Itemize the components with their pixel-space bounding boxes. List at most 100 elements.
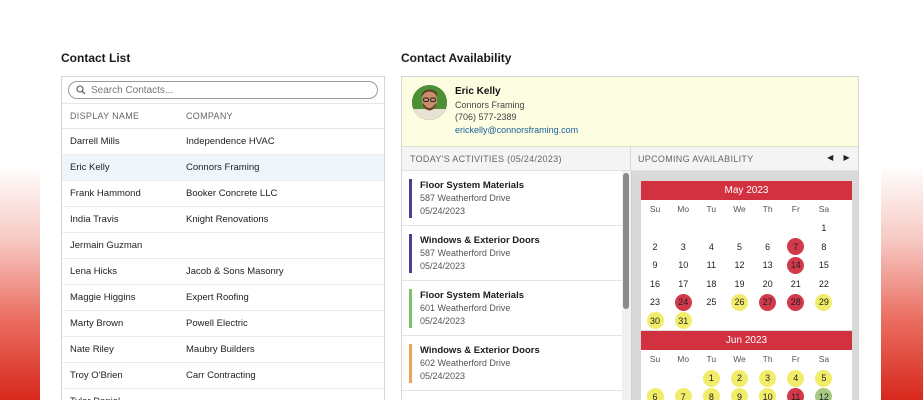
calendar-day[interactable]: 8 (697, 388, 725, 400)
activity-color-bar (409, 179, 412, 218)
contact-display-name: Tyler Daniel (62, 396, 179, 400)
calendar-day[interactable]: 30 (641, 312, 669, 331)
weekday-label: Th (762, 354, 773, 364)
activity-date: 05/24/2023 (420, 261, 466, 271)
search-box[interactable] (68, 81, 378, 99)
day-number: 4 (708, 241, 714, 252)
contact-display-name: Frank Hammond (70, 188, 141, 199)
day-number: 9 (730, 388, 748, 400)
calendar-day[interactable]: 28 (782, 293, 810, 312)
calendar-day[interactable]: 2 (641, 238, 669, 257)
day-number: 29 (815, 293, 833, 311)
calendar-day[interactable]: 31 (669, 312, 697, 331)
activity-item[interactable]: Windows & Exterior Doors 602 Weatherford … (402, 336, 631, 391)
calendar-day[interactable]: 20 (754, 275, 782, 294)
contact-company: Expert Roofing (186, 292, 249, 303)
calendar-day[interactable]: 4 (782, 369, 810, 388)
calendar-day[interactable]: 6 (641, 388, 669, 400)
contact-card: Eric Kelly Connors Framing (706) 577-238… (402, 77, 858, 147)
calendar-day[interactable]: 19 (725, 275, 753, 294)
availability-title: Contact Availability (401, 51, 512, 65)
calendar-day[interactable]: 9 (641, 256, 669, 275)
calendar-day[interactable]: 26 (725, 293, 753, 312)
day-number: 4 (787, 369, 805, 387)
activity-item[interactable]: Floor System Materials 587 Weatherford Dr… (402, 171, 631, 226)
day-number: 3 (759, 369, 777, 387)
calendar-day-empty (754, 312, 782, 331)
day-number: 30 (646, 312, 664, 330)
calendar-day[interactable]: 23 (641, 293, 669, 312)
table-row[interactable]: Tyler Daniel (62, 389, 384, 400)
calendar-day[interactable]: 9 (725, 388, 753, 400)
calendar-day[interactable]: 21 (782, 275, 810, 294)
contact-email[interactable]: erickelly@connorsframing.com (455, 125, 578, 135)
table-row[interactable]: Nate Riley Maubry Builders (62, 337, 384, 363)
calendar-day[interactable]: 13 (754, 256, 782, 275)
contact-display-name: Lena Hicks (70, 266, 117, 277)
calendar-day[interactable]: 18 (697, 275, 725, 294)
weekday-label: Mo (677, 354, 690, 364)
contact-company: Knight Renovations (186, 214, 269, 225)
column-header-company[interactable]: COMPANY (179, 111, 233, 121)
calendar-day[interactable]: 25 (697, 293, 725, 312)
calendar-day[interactable]: 4 (697, 238, 725, 257)
calendar-day[interactable]: 15 (810, 256, 838, 275)
table-row[interactable]: Eric Kelly Connors Framing (62, 155, 384, 181)
calendar-week: 30 31 (641, 312, 852, 331)
activity-title: Floor System Materials (420, 290, 525, 301)
calendar-day[interactable]: 22 (810, 275, 838, 294)
previous-month-icon[interactable]: ◀ (827, 153, 833, 162)
calendar-day[interactable]: 12 (725, 256, 753, 275)
activity-date: 05/24/2023 (420, 206, 466, 216)
table-row[interactable]: Frank Hammond Booker Concrete LLC (62, 181, 384, 207)
calendar-day[interactable]: 8 (810, 238, 838, 257)
contact-phone: (706) 577-2389 (455, 112, 517, 122)
calendar-day[interactable]: 7 (782, 238, 810, 257)
calendar-day[interactable]: 29 (810, 293, 838, 312)
activity-item[interactable]: Floor System Materials 601 Weatherford Dr… (402, 281, 631, 336)
contact-display-name: Darrell Mills (70, 136, 120, 147)
activities-scrollbar[interactable] (622, 171, 631, 400)
table-row[interactable]: India Travis Knight Renovations (62, 207, 384, 233)
calendar-day[interactable]: 3 (669, 238, 697, 257)
calendar-day[interactable]: 10 (754, 388, 782, 400)
calendar-day[interactable]: 1 (697, 369, 725, 388)
weekday-label: Fr (791, 204, 800, 214)
upcoming-header-label: UPCOMING AVAILABILITY (638, 153, 754, 164)
day-number: 14 (787, 256, 805, 274)
calendar-week: 12345 (641, 369, 852, 388)
column-header-display-name[interactable]: DISPLAY NAME (62, 111, 179, 121)
next-month-icon[interactable]: ▶ (844, 153, 850, 162)
table-row[interactable]: Troy O'Brien Carr Contracting (62, 363, 384, 389)
calendar-day[interactable]: 17 (669, 275, 697, 294)
calendar-day[interactable]: 11 (782, 388, 810, 400)
scrollbar-thumb[interactable] (623, 173, 629, 309)
calendar-day[interactable]: 6 (754, 238, 782, 257)
calendar-day[interactable]: 5 (810, 369, 838, 388)
table-row[interactable]: Maggie Higgins Expert Roofing (62, 285, 384, 311)
calendar-day[interactable]: 12 (810, 388, 838, 400)
calendar-day[interactable]: 1 (810, 219, 838, 238)
table-row[interactable]: Marty Brown Powell Electric (62, 311, 384, 337)
calendar-day[interactable]: 16 (641, 275, 669, 294)
table-row[interactable]: Jermain Guzman (62, 233, 384, 259)
calendar-day[interactable]: 11 (697, 256, 725, 275)
day-number: 8 (702, 388, 720, 400)
calendar-day[interactable]: 5 (725, 238, 753, 257)
weekday-header: Su Mo Tu We Th Fr Sa (641, 350, 852, 369)
calendar-day[interactable]: 24 (669, 293, 697, 312)
day-number: 8 (821, 241, 827, 252)
calendar-day[interactable]: 2 (725, 369, 753, 388)
activity-item[interactable]: Windows & Exterior Doors 587 Weatherford … (402, 226, 631, 281)
table-row[interactable]: Lena Hicks Jacob & Sons Masonry (62, 259, 384, 285)
day-number: 28 (787, 293, 805, 311)
table-row[interactable]: Darrell Mills Independence HVAC (62, 129, 384, 155)
calendar-day[interactable]: 7 (669, 388, 697, 400)
calendar-day[interactable]: 14 (782, 256, 810, 275)
search-input[interactable] (91, 84, 341, 96)
calendar-day[interactable]: 3 (754, 369, 782, 388)
day-number: 2 (652, 241, 658, 252)
calendar-day[interactable]: 10 (669, 256, 697, 275)
calendar-day[interactable]: 27 (754, 293, 782, 312)
calendar-week: 16 17 18 19 20 21 22 (641, 275, 852, 294)
